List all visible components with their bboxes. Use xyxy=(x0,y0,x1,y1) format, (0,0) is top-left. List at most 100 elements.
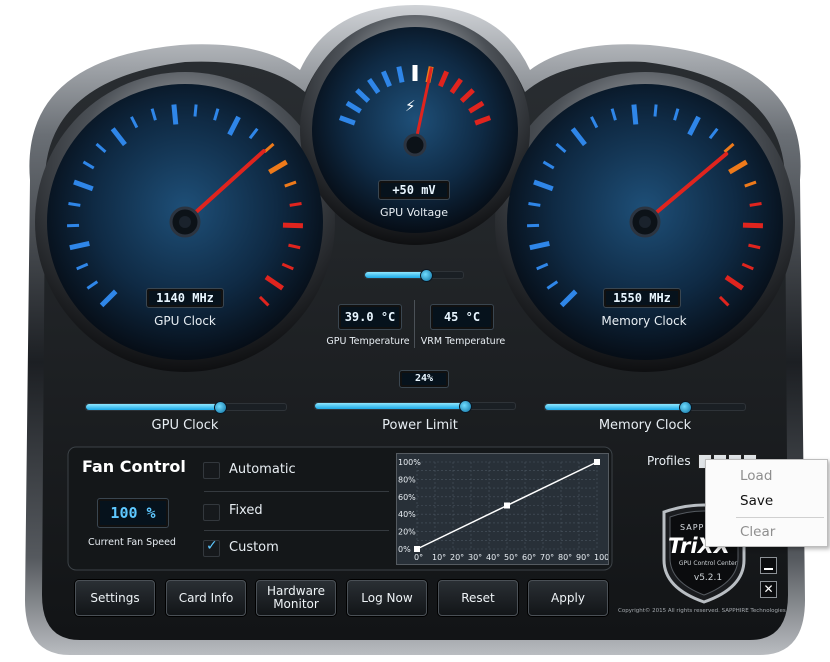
fan-curve-x-tick: 80° xyxy=(558,553,572,562)
logo-sub-text: GPU Control Center xyxy=(678,560,738,567)
memory-clock-slider-knob[interactable] xyxy=(679,401,692,414)
memory-clock-slider[interactable] xyxy=(544,401,746,414)
menu-item-save[interactable]: Save xyxy=(740,493,773,509)
hardware-monitor-label-2: Monitor xyxy=(273,597,319,611)
gpu-voltage-gauge-tick xyxy=(345,100,362,114)
fan-curve-y-tick: 0% xyxy=(398,545,411,554)
option-divider xyxy=(204,530,389,531)
memory-clock-gauge-tick xyxy=(748,243,761,250)
fan-control-title: Fan Control xyxy=(82,457,186,476)
voltage-slider-fill xyxy=(365,272,426,278)
memory-clock-gauge-tick xyxy=(570,127,587,147)
reset-button[interactable]: Reset xyxy=(438,580,518,616)
memory-clock-gauge-tick xyxy=(555,142,567,154)
vrm-temp-readout: 45 °C xyxy=(430,304,494,330)
memory-clock-readout: 1550 MHz xyxy=(603,288,681,308)
gpu-clock-gauge-tick xyxy=(281,262,294,271)
memory-clock-gauge-tick xyxy=(728,159,748,175)
gpu-voltage-gauge-tick xyxy=(367,78,381,95)
apply-button[interactable]: Apply xyxy=(528,580,608,616)
minimize-icon xyxy=(764,568,773,570)
memory-clock-gauge-tick xyxy=(718,295,730,307)
gpu-clock-gauge-tick xyxy=(82,160,95,170)
memory-clock-gauge-tick xyxy=(742,222,764,229)
power-limit-slider[interactable] xyxy=(314,400,516,413)
gpu-clock-gauge-tick xyxy=(95,142,107,154)
gpu-clock-gauge-tick xyxy=(268,159,288,175)
memory-clock-gauge-tick xyxy=(673,108,680,121)
card-info-button[interactable]: Card Info xyxy=(166,580,246,616)
gpu-clock-gauge-tick xyxy=(68,202,81,207)
gpu-clock-slider[interactable] xyxy=(85,401,287,414)
memory-clock-gauge-tick xyxy=(542,160,555,170)
power-limit-slider-label: Power Limit xyxy=(382,418,458,433)
menu-item-clear[interactable]: Clear xyxy=(740,524,775,540)
memory-clock-gauge-needle xyxy=(643,151,729,224)
memory-clock-gauge-tick xyxy=(536,262,549,271)
fan-curve-x-tick: 10° xyxy=(432,553,446,562)
fan-curve-plot: 100% 80% 60% 40% 20% 0%0° 10° 20° 30° 40° 50° 60° 70… xyxy=(398,458,613,562)
gpu-clock-gauge-tick xyxy=(227,115,241,136)
fan-curve-point xyxy=(594,459,600,465)
memory-clock-gauge-tick xyxy=(546,280,559,290)
memory-clock-gauge-label: Memory Clock xyxy=(601,314,687,328)
memory-clock-gauge-tick xyxy=(749,202,762,207)
memory-clock-gauge-tick xyxy=(723,142,735,154)
memory-clock-gauge-tick xyxy=(744,180,757,188)
gpu-voltage-gauge-tick xyxy=(459,88,475,103)
fan-curve-y-tick: 40% xyxy=(398,510,416,519)
power-limit-readout: 24% xyxy=(399,370,449,388)
fan-curve-point xyxy=(504,502,510,509)
gpu-clock-gauge-hub-center xyxy=(179,216,191,228)
fan-speed-label: Current Fan Speed xyxy=(88,537,176,548)
fan-curve-y-tick: 100% xyxy=(398,458,421,467)
vrm-temp-label: VRM Temperature xyxy=(420,336,506,347)
gpu-voltage-gauge-tick xyxy=(449,78,463,95)
version-text: v5.2.1 xyxy=(693,573,723,583)
gpu-voltage-gauge-hub xyxy=(403,133,427,157)
automatic-label: Automatic xyxy=(229,462,296,477)
automatic-checkbox[interactable] xyxy=(203,462,220,479)
gpu-clock-gauge-tick xyxy=(110,127,127,147)
gpu-clock-slider-knob[interactable] xyxy=(214,401,227,414)
fan-curve-point xyxy=(414,546,420,552)
gpu-clock-gauge-tick xyxy=(284,180,297,188)
gpu-clock-gauge-label: GPU Clock xyxy=(154,314,216,328)
memory-clock-gauge-tick xyxy=(653,104,658,117)
lightning-icon: ⚡ xyxy=(405,97,416,115)
gpu-voltage-gauge-tick xyxy=(338,115,356,126)
hardware-monitor-button[interactable]: Hardware Monitor xyxy=(256,580,336,616)
close-button[interactable]: ✕ xyxy=(760,581,777,598)
memory-clock-gauge-tick xyxy=(741,262,754,271)
fan-curve-chart[interactable]: 100% 80% 60% 40% 20% 0% 0° 10° 20° 30° 40° 50° 60° 70… xyxy=(396,453,613,565)
custom-checkbox[interactable]: ✓ xyxy=(203,538,220,557)
menu-item-load[interactable]: Load xyxy=(740,468,772,484)
gpu-voltage-gauge-tick xyxy=(355,88,371,103)
memory-clock-slider-label: Memory Clock xyxy=(598,418,692,433)
fan-curve-x-tick: 90° xyxy=(576,553,590,562)
gpu-clock-gauge-tick xyxy=(213,108,220,121)
gpu-clock-readout: 1140 MHz xyxy=(146,288,224,308)
minimize-button[interactable] xyxy=(760,557,777,574)
memory-clock-gauge-tick xyxy=(590,116,599,129)
log-now-button[interactable]: Log Now xyxy=(347,580,427,616)
fan-curve-x-tick: 30° xyxy=(468,553,482,562)
gpu-clock-gauge-tick xyxy=(282,222,304,229)
fixed-checkbox[interactable] xyxy=(203,504,220,521)
fan-curve-x-tick: 60° xyxy=(522,553,536,562)
gpu-clock-gauge-tick xyxy=(73,179,94,192)
power-limit-slider-knob[interactable] xyxy=(459,400,472,413)
custom-label: Custom xyxy=(229,540,279,555)
gpu-voltage-gauge-tick xyxy=(468,100,485,114)
gpu-clock-slider-label: GPU Clock xyxy=(151,418,219,433)
gpu-clock-gauge-tick xyxy=(86,280,99,290)
gpu-clock-gauge-tick xyxy=(289,202,302,207)
option-divider xyxy=(204,491,389,492)
settings-button[interactable]: Settings xyxy=(75,580,155,616)
fan-speed-readout: 100 % xyxy=(97,498,169,528)
voltage-slider-knob[interactable] xyxy=(419,269,433,282)
fan-curve-y-tick: 20% xyxy=(398,528,416,537)
fan-curve-y-tick: 80% xyxy=(398,475,416,484)
voltage-slider[interactable] xyxy=(364,269,464,282)
gpu-clock-gauge-tick xyxy=(130,116,139,129)
